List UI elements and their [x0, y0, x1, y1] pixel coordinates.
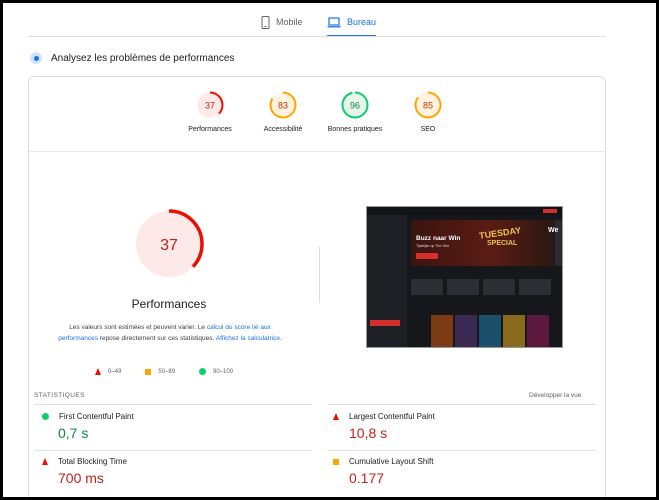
score-value: 85 [423, 101, 433, 111]
thumb-game-tile [455, 315, 477, 347]
stats-divider-left-2 [34, 450, 312, 451]
thumb-banner-button [416, 253, 438, 259]
thumb-game-card [447, 279, 479, 295]
score-value: 96 [350, 101, 360, 111]
tab-desktop-label: Bureau [347, 17, 377, 27]
thumb-promo-line2: SPECIAL [487, 240, 518, 247]
thumb-game-card [483, 279, 515, 295]
score-gauge-ring: 37 [196, 91, 224, 119]
tab-desktop[interactable]: Bureau [327, 10, 377, 37]
calculator-link[interactable]: Affichez la calculatrice [216, 335, 280, 342]
laptop-icon [327, 16, 341, 27]
tabs-divider [28, 36, 606, 37]
poor-triangle-icon [333, 413, 339, 420]
poor-triangle-icon [42, 458, 48, 465]
score-gauge-ring: 83 [269, 91, 297, 119]
stats-divider-left [34, 404, 312, 405]
thumb-banner-title: Buzz naar Win [416, 235, 461, 242]
stats-divider-right-2 [328, 450, 596, 451]
thumb-banner-sub: Tijdelijke op The Vibe [416, 244, 450, 248]
thumb-signup-button [543, 209, 557, 213]
square-icon [145, 368, 152, 375]
metric-cls: Cumulative Layout Shift 0.177 [333, 457, 434, 486]
metric-lcp: Largest Contentful Paint 10,8 s [333, 412, 435, 441]
thumb-topbar [367, 207, 562, 215]
triangle-icon [95, 368, 101, 375]
score-label: Performances [188, 126, 232, 133]
main-score-gauge: 37 [132, 207, 206, 286]
section-header: Analysez les problèmes de performances [30, 52, 234, 64]
section-title: Analysez les problèmes de performances [51, 52, 235, 64]
circle-icon [199, 368, 207, 375]
legend-poor: 0–49 [95, 368, 121, 375]
score-gauge-bonnes-pratiques[interactable]: 96 Bonnes pratiques [319, 90, 391, 133]
metric-fcp: First Contentful Paint 0,7 s [42, 412, 134, 441]
stats-title: STATISTIQUES [34, 392, 85, 399]
thumb-game-tile [479, 315, 501, 347]
score-gauge-accessibilite[interactable]: 83 Accessibilité [247, 90, 319, 133]
metric-value: 10,8 s [349, 425, 388, 441]
score-value: 83 [278, 101, 288, 111]
good-circle-icon [42, 413, 49, 420]
score-gauge-performances[interactable]: 37 Performances [174, 90, 246, 133]
tab-mobile[interactable]: Mobile [261, 10, 303, 34]
score-label: Bonnes pratiques [327, 126, 383, 133]
score-label: SEO [420, 126, 436, 133]
score-label: Accessibilité [263, 126, 303, 133]
stats-divider-right [328, 404, 596, 405]
main-score-value: 37 [160, 237, 178, 254]
score-gauge-ring: 85 [414, 91, 442, 119]
legend-good: 90–100 [199, 368, 233, 375]
expand-view-toggle[interactable]: Développer la vue [529, 392, 581, 399]
vertical-divider [319, 247, 320, 303]
metric-value: 700 ms [58, 470, 104, 486]
thumb-side-text: We [548, 227, 559, 234]
average-square-icon [333, 458, 339, 465]
metric-value: 0.177 [349, 470, 385, 486]
thumb-banner [411, 220, 554, 266]
card-divider [29, 151, 605, 152]
score-value: 37 [205, 101, 215, 111]
thumb-game-tile [527, 315, 549, 347]
score-gauge-ring: 96 [341, 91, 369, 119]
main-score-label: Performances [131, 297, 207, 311]
page-frame: Mobile Bureau Analysez les problèmes de … [0, 0, 659, 500]
thumb-game-tile [503, 315, 525, 347]
score-description: Les valeurs sont estimées et peuvent var… [58, 324, 282, 342]
score-legend: 0–49 50–89 90–100 [95, 368, 233, 375]
tab-mobile-label: Mobile [276, 17, 303, 27]
device-tabs: Mobile Bureau [3, 3, 656, 37]
thumb-sidebar-button [370, 320, 400, 326]
metric-tbt: Total Blocking Time 700 ms [42, 457, 127, 486]
thumb-game-card [519, 279, 551, 295]
phone-icon [261, 15, 270, 29]
thumb-sidebar [367, 215, 407, 347]
page-screenshot-thumbnail: Buzz naar Win Tijdelijke op The Vibe TUE… [366, 206, 563, 348]
thumb-game-tile [431, 315, 453, 347]
legend-average: 50–89 [145, 368, 175, 375]
thumb-game-card [411, 279, 443, 295]
info-dot-icon [30, 52, 42, 64]
metric-value: 0,7 s [58, 425, 89, 441]
score-gauge-seo[interactable]: 85 SEO [392, 90, 464, 133]
